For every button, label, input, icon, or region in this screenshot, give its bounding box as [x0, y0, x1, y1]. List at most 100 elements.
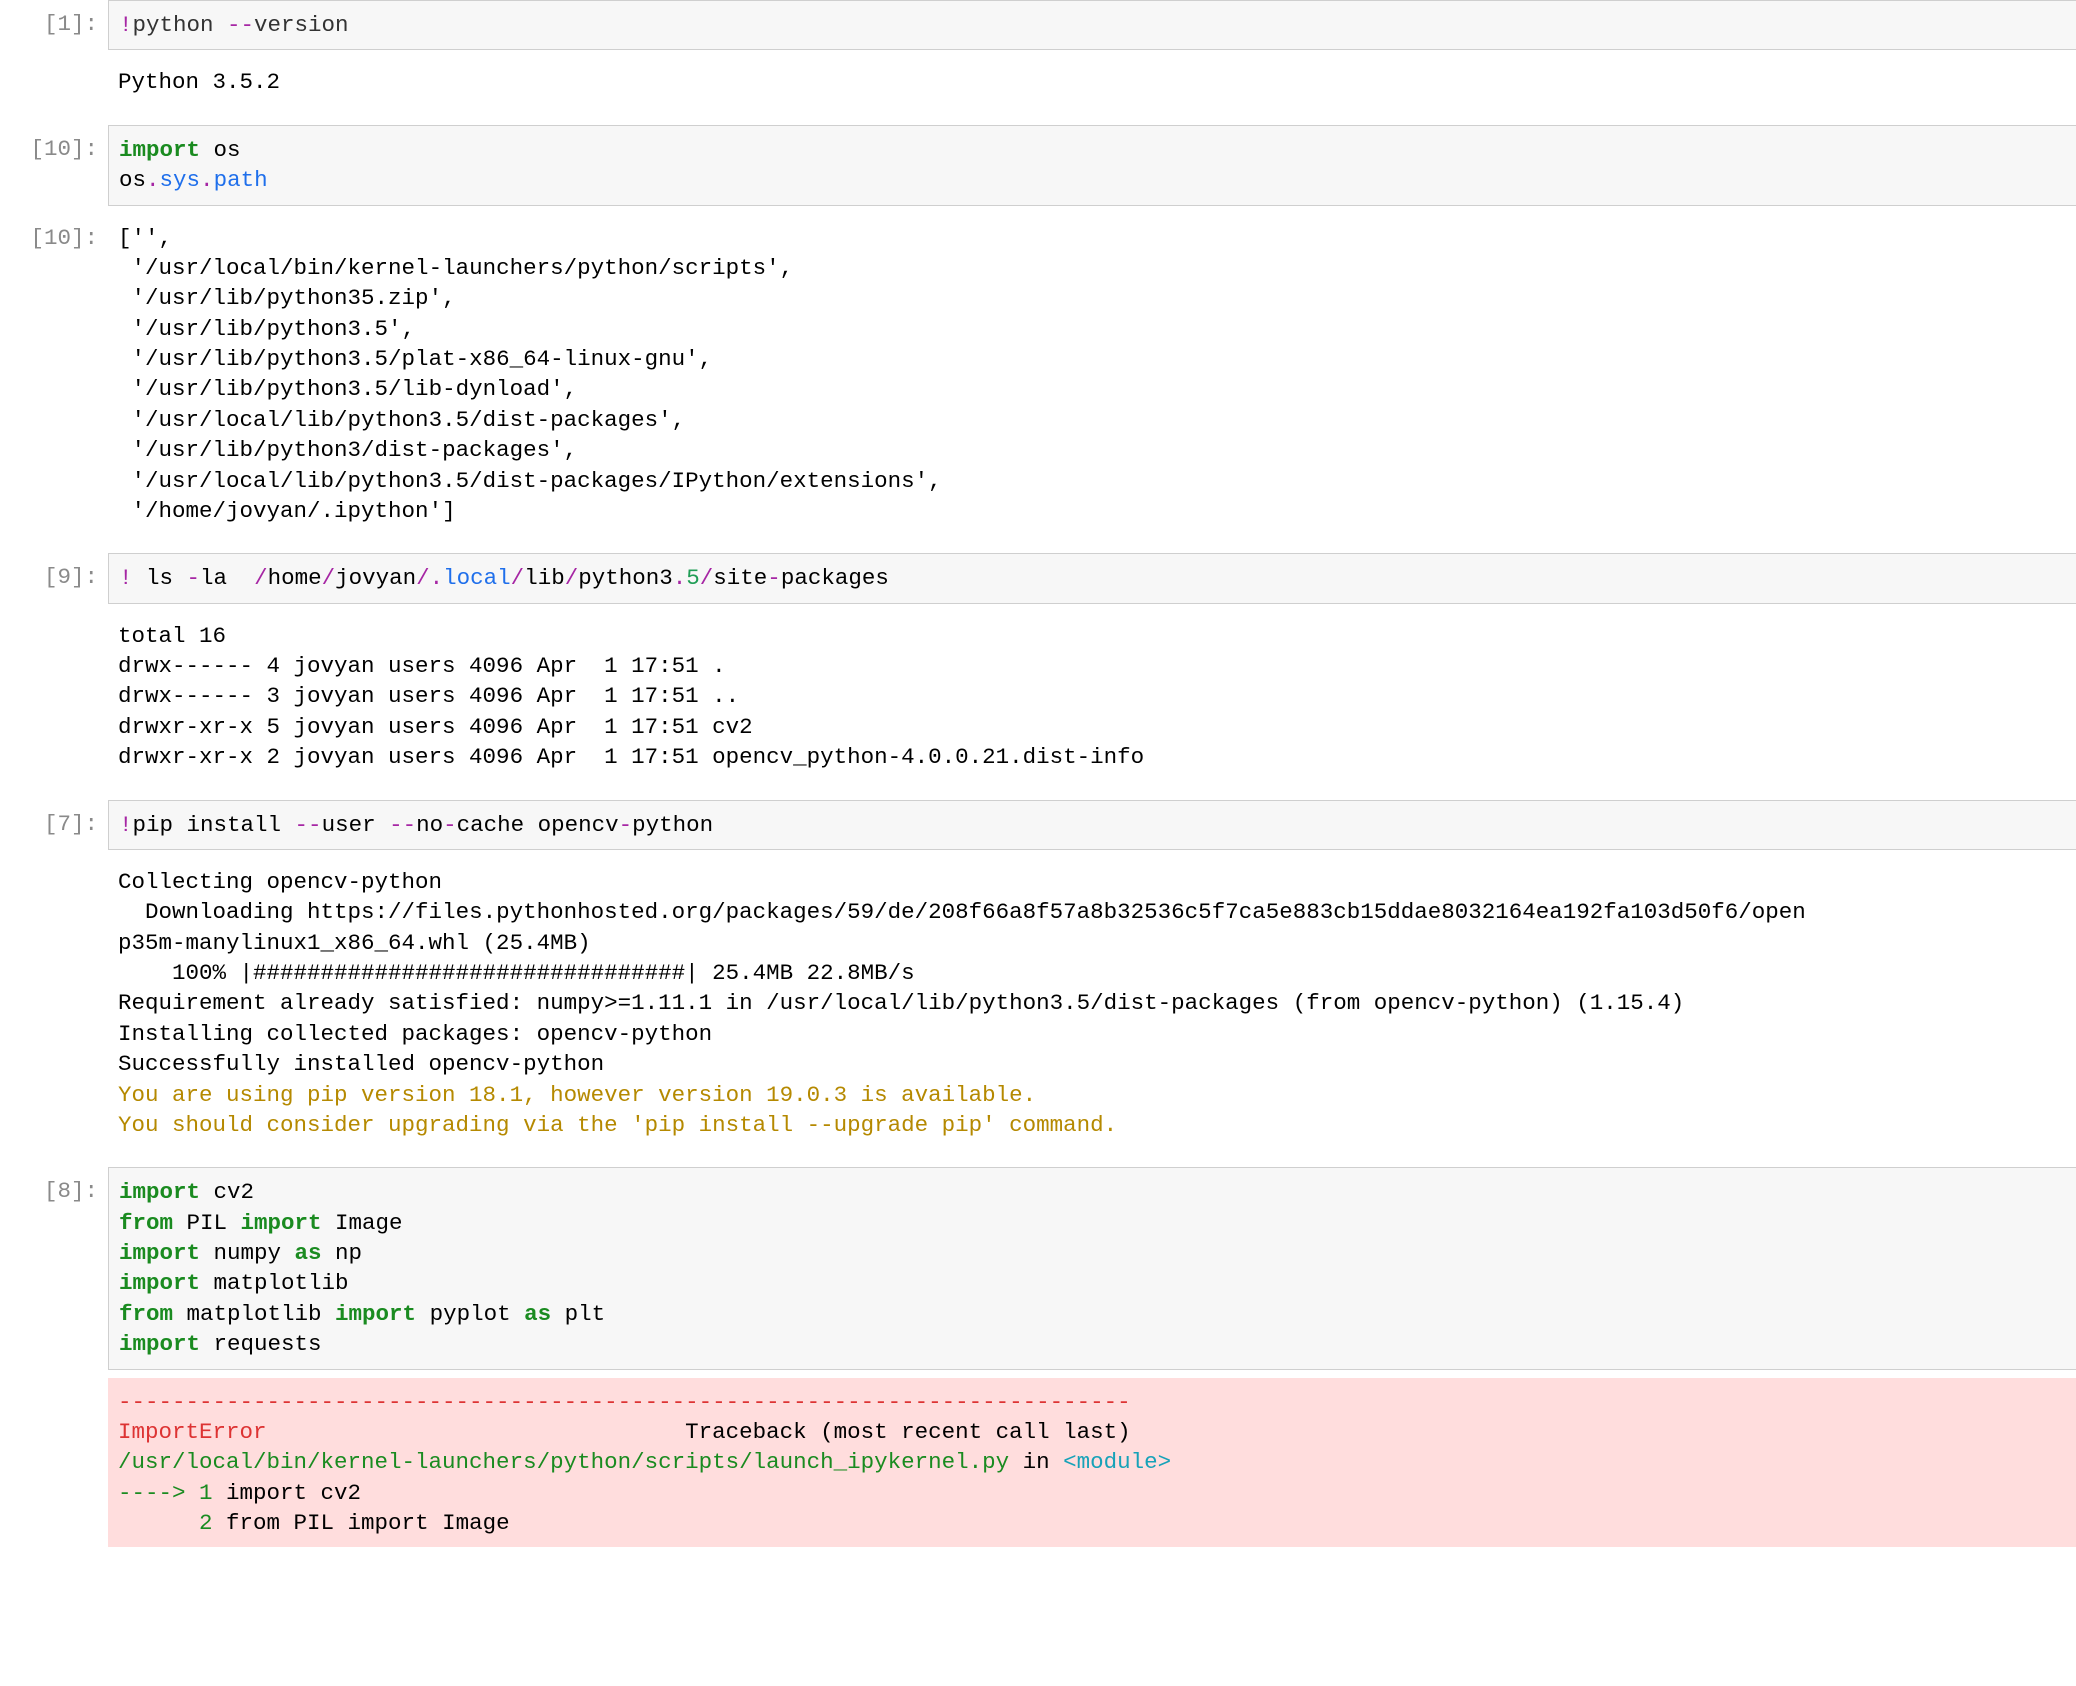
path-seg: lib [524, 565, 565, 591]
num: 5 [686, 565, 700, 591]
slash: / [511, 565, 525, 591]
code-text: version [254, 12, 349, 38]
traceback-code: from PIL import Image [213, 1510, 510, 1536]
prompt-label: [1]: [0, 0, 108, 50]
code-text: pyplot [416, 1301, 524, 1327]
cell-1-output: Python 3.5.2 [0, 58, 2076, 106]
cell-4-input: [7]: !pip install --user --no-cache open… [0, 800, 2076, 850]
keyword: from [119, 1210, 173, 1236]
dot: . [673, 565, 687, 591]
code-text: numpy [200, 1240, 295, 1266]
traceback-divider: ----------------------------------------… [118, 1389, 1131, 1415]
code-text: Image [322, 1210, 403, 1236]
keyword: import [241, 1210, 322, 1236]
traceback-line-no: 1 [199, 1480, 213, 1506]
cell-2-input: [10]: import os os.sys.path [0, 125, 2076, 206]
code-text: python [133, 12, 228, 38]
prompt-label: [10]: [0, 214, 108, 536]
code-text: PIL [173, 1210, 241, 1236]
traceback-code: import cv2 [213, 1480, 362, 1506]
attr: path [214, 167, 268, 193]
traceback-module: <module> [1063, 1449, 1171, 1475]
keyword: import [119, 1270, 200, 1296]
traceback-line-no: 2 [199, 1510, 213, 1536]
dash: - [187, 565, 201, 591]
code-text: la [200, 565, 254, 591]
code-text: cache opencv [457, 812, 619, 838]
code-input[interactable]: import cv2 from PIL import Image import … [108, 1167, 2076, 1369]
code-text: matplotlib [200, 1270, 349, 1296]
traceback-pad [118, 1510, 199, 1536]
code-text: os [200, 137, 241, 163]
code-text: user [322, 812, 390, 838]
output-text: total 16 drwx------ 4 jovyan users 4096 … [108, 612, 2076, 782]
code-text: os [119, 167, 146, 193]
keyword: as [295, 1240, 322, 1266]
prompt-label: [8]: [0, 1167, 108, 1369]
slash: / [565, 565, 579, 591]
cell-3-input: [9]: ! ls -la /home/jovyan/.local/lib/py… [0, 553, 2076, 603]
output-text: ['', '/usr/local/bin/kernel-launchers/py… [108, 214, 2076, 536]
code-input[interactable]: import os os.sys.path [108, 125, 2076, 206]
code-text: matplotlib [173, 1301, 335, 1327]
keyword: import [335, 1301, 416, 1327]
traceback-output: ----------------------------------------… [108, 1378, 2076, 1548]
code-text: cv2 [200, 1179, 254, 1205]
bang: ! [119, 812, 133, 838]
traceback-file: /usr/local/bin/kernel-launchers/python/s… [118, 1449, 1009, 1475]
prompt-label: [9]: [0, 553, 108, 603]
keyword: import [119, 1179, 200, 1205]
code-text: python [632, 812, 713, 838]
path-seg: local [443, 565, 511, 591]
dot: . [430, 565, 444, 591]
slash: / [322, 565, 336, 591]
bang: ! [119, 565, 133, 591]
dash: -- [295, 812, 322, 838]
keyword: as [524, 1301, 551, 1327]
prompt-label [0, 612, 108, 782]
dash: - [619, 812, 633, 838]
keyword: import [119, 1240, 200, 1266]
cell-1-input: [1]: !python --version [0, 0, 2076, 50]
prompt-label [0, 58, 108, 106]
code-text: pip install [133, 812, 295, 838]
attr: sys [160, 167, 201, 193]
keyword: from [119, 1301, 173, 1327]
code-input[interactable]: ! ls -la /home/jovyan/.local/lib/python3… [108, 553, 2076, 603]
dot: . [146, 167, 160, 193]
slash: / [416, 565, 430, 591]
slash: / [700, 565, 714, 591]
code-input[interactable]: !python --version [108, 0, 2076, 50]
path-seg: site [713, 565, 767, 591]
bang: ! [119, 12, 133, 38]
cell-4-output: Collecting opencv-python Downloading htt… [0, 858, 2076, 1149]
dash: - [767, 565, 781, 591]
prompt-label [0, 1378, 108, 1548]
traceback-in: in [1009, 1449, 1063, 1475]
code-text: requests [200, 1331, 322, 1357]
path-seg: python3 [578, 565, 673, 591]
dash: - [443, 812, 457, 838]
keyword: import [119, 137, 200, 163]
path-seg: packages [781, 565, 889, 591]
path-seg: home [268, 565, 322, 591]
code-text: no [416, 812, 443, 838]
keyword: import [119, 1331, 200, 1357]
dash: -- [227, 12, 254, 38]
code-text: np [322, 1240, 363, 1266]
output-text: Python 3.5.2 [108, 58, 2076, 106]
pip-output-warning: You are using pip version 18.1, however … [118, 1082, 1117, 1138]
slash: / [254, 565, 268, 591]
code-input[interactable]: !pip install --user --no-cache opencv-py… [108, 800, 2076, 850]
output-text: Collecting opencv-python Downloading htt… [108, 858, 2076, 1149]
cell-5-output: ----------------------------------------… [0, 1378, 2076, 1548]
prompt-label: [10]: [0, 125, 108, 206]
cell-2-output: [10]: ['', '/usr/local/bin/kernel-launch… [0, 214, 2076, 536]
cell-3-output: total 16 drwx------ 4 jovyan users 4096 … [0, 612, 2076, 782]
prompt-label [0, 858, 108, 1149]
code-text: ls [133, 565, 187, 591]
pip-output-normal: Collecting opencv-python Downloading htt… [118, 869, 1806, 1077]
traceback-arrow: ----> [118, 1480, 199, 1506]
dot: . [200, 167, 214, 193]
error-name: ImportError [118, 1419, 267, 1445]
